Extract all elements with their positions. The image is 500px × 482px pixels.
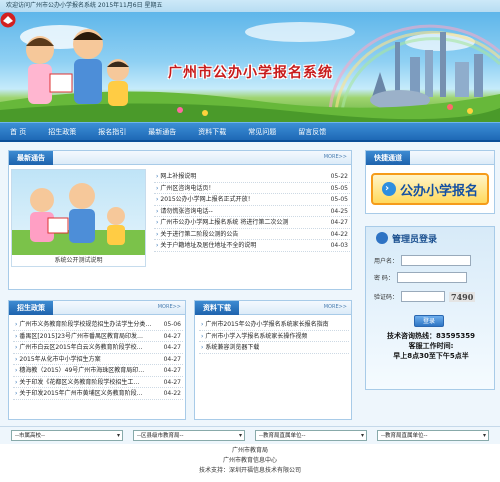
hours-text: 早上8点30至下午5点半 xyxy=(393,352,469,360)
main-area: 最新通告 MORE>> 系统公开测试说明 网上补报说明05-22 广 xyxy=(0,142,500,426)
select-direct-units-2[interactable]: --教育局直属单位-- xyxy=(377,430,489,441)
policy-panel: 招生政策 MORE>> 广州市义务教育阶段学校规范招生办法学生分类…05-06 … xyxy=(8,300,186,420)
captcha-row: 验证码： 7490 xyxy=(374,291,476,302)
username-row: 用户名： xyxy=(374,255,472,266)
login-header: 管理员登录 xyxy=(366,227,494,249)
policy-more-link[interactable]: MORE>> xyxy=(158,304,181,310)
education-logo-icon xyxy=(0,12,16,28)
list-item[interactable]: 广州市小学入学报名系统家长操作视频 xyxy=(199,331,349,342)
news-panel-header: 最新通告 MORE>> xyxy=(9,151,351,165)
captcha-label: 验证码： xyxy=(374,294,399,301)
policy-list: 广州市义务教育阶段学校规范招生办法学生分类…05-06 番禺区[2015]23号… xyxy=(13,319,183,400)
list-item[interactable]: 广州市义务教育阶段学校规范招生办法学生分类…05-06 xyxy=(13,319,183,331)
list-item[interactable]: 广州市2015年公办小学报名系统家长报名指南 xyxy=(199,319,349,331)
list-item[interactable]: 关于印发《花都区义务教育阶段学校招生工…04-27 xyxy=(13,377,183,388)
welcome-bar: 欢迎访问广州市公办小学报名系统 2015年11月6日 星期五 xyxy=(0,0,500,12)
hours-title: 客服工作时间: xyxy=(408,342,454,350)
news-panel-title: 最新通告 xyxy=(9,151,53,165)
download-panel-title: 资料下载 xyxy=(195,301,239,315)
policy-panel-header: 招生政策 MORE>> xyxy=(9,301,185,315)
nav-home[interactable]: 首 页 xyxy=(10,127,26,137)
footer-line-1: 广州市教育局 xyxy=(231,447,268,454)
list-item[interactable]: 关于户籍地址及居住地址不全的说明04-03 xyxy=(154,240,350,252)
quick-panel-title: 快捷通道 xyxy=(366,151,410,165)
list-item[interactable]: 请勿慌张咨询电话--04-25 xyxy=(154,206,350,217)
news-panel: 最新通告 MORE>> 系统公开测试说明 网上补报说明05-22 广 xyxy=(8,150,352,290)
news-image-illustration xyxy=(12,183,145,257)
list-item[interactable]: 广州市白云区2015年白云义务教育阶段学校…04-27 xyxy=(13,342,183,354)
quick-panel: 快捷通道 › 公办小学报名 xyxy=(365,150,495,214)
welcome-text: 欢迎访问广州市公办小学报名系统 2015年11月6日 星期五 xyxy=(6,2,163,9)
list-item[interactable]: 广州市公办小学网上报名系统 将进行第二次公测04-27 xyxy=(154,217,350,229)
list-item[interactable]: 关于进行第二阶段公测的公告04-22 xyxy=(154,229,350,240)
footer-line-2: 广州市教育信息中心 xyxy=(222,457,277,464)
login-button[interactable]: 登录 xyxy=(414,315,444,327)
nav-feedback[interactable]: 留言反馈 xyxy=(298,127,326,137)
list-item[interactable]: 网上补报说明05-22 xyxy=(154,171,350,183)
password-field[interactable] xyxy=(396,272,467,283)
news-image[interactable]: 系统公开测试说明 xyxy=(11,169,146,267)
captcha-image[interactable]: 7490 xyxy=(449,291,476,302)
quick-panel-header: 快捷通道 xyxy=(366,151,494,165)
list-item[interactable]: 广州区咨询电话页！05-05 xyxy=(154,183,350,194)
password-row: 密 码： xyxy=(374,272,467,283)
page: 欢迎访问广州市公办小学报名系统 2015年11月6日 星期五 广州市公办小学报名… xyxy=(0,0,500,482)
download-more-link[interactable]: MORE>> xyxy=(324,304,347,310)
nav-notices[interactable]: 最新通告 xyxy=(148,127,176,137)
list-item[interactable]: 番禺区[2015]23号广州市番禺区教育局印发…04-27 xyxy=(13,331,183,342)
news-image-caption: 系统公开测试说明 xyxy=(12,255,145,266)
main-nav: 首 页 招生政策 报名指引 最新通告 资料下载 常见问题 留言反馈 xyxy=(0,122,500,142)
username-label: 用户名： xyxy=(374,258,399,265)
hotline-text: 技术咨询热线：83595359 xyxy=(387,332,475,340)
policy-panel-title: 招生政策 xyxy=(9,301,53,315)
list-item[interactable]: 2015年从化市中小学招生方案04-27 xyxy=(13,354,183,365)
captcha-field[interactable] xyxy=(401,291,446,302)
list-item[interactable]: 穗海教（2015）49号广州市海珠区教育局印…04-27 xyxy=(13,365,183,377)
download-list: 广州市2015年公办小学报名系统家长报名指南 广州市小学入学报名系统家长操作视频… xyxy=(199,319,349,354)
username-field[interactable] xyxy=(401,255,472,266)
list-item[interactable]: 系统兼容浏览器下载 xyxy=(199,342,349,354)
password-label: 密 码： xyxy=(374,275,394,282)
login-title: 管理员登录 xyxy=(392,234,438,245)
news-more-link[interactable]: MORE>> xyxy=(324,154,347,160)
primary-school-register-button[interactable]: › 公办小学报名 xyxy=(371,173,489,205)
download-panel-header: 资料下载 MORE>> xyxy=(195,301,351,315)
site-title: 广州市公办小学报名系统 xyxy=(168,65,333,81)
banner: 广州市公办小学报名系统 xyxy=(0,12,500,122)
news-list: 网上补报说明05-22 广州区咨询电话页！05-05 2015公办小学网上报名正… xyxy=(154,171,350,252)
nav-guide[interactable]: 报名指引 xyxy=(98,127,126,137)
nav-faq[interactable]: 常见问题 xyxy=(248,127,276,137)
arrow-icon: › xyxy=(381,182,396,196)
link-selects: --市属高校-- --区县级市教育局-- --教育局直属单位-- --教育局直属… xyxy=(0,426,500,444)
list-item[interactable]: 关于印发2015年广州市黄埔区义务教育阶段…04-22 xyxy=(13,388,183,400)
select-universities[interactable]: --市属高校-- xyxy=(11,430,123,441)
admin-login-panel: 管理员登录 用户名： 密 码： 验证码： 7490 登录 技术咨询热线：8359… xyxy=(365,226,495,390)
nav-downloads[interactable]: 资料下载 xyxy=(198,127,226,137)
nav-policy[interactable]: 招生政策 xyxy=(48,127,76,137)
select-district-bureaus[interactable]: --区县级市教育局-- xyxy=(133,430,245,441)
user-icon xyxy=(376,232,388,244)
list-item[interactable]: 2015公办小学网上报名正式开放！05-05 xyxy=(154,194,350,206)
select-direct-units-1[interactable]: --教育局直属单位-- xyxy=(255,430,367,441)
footer: 广州市教育局 广州市教育信息中心 技术支持：深圳开福信息技术有限公司 xyxy=(0,444,500,482)
download-panel: 资料下载 MORE>> 广州市2015年公办小学报名系统家长报名指南 广州市小学… xyxy=(194,300,352,420)
footer-line-3: 技术支持：深圳开福信息技术有限公司 xyxy=(198,467,301,474)
